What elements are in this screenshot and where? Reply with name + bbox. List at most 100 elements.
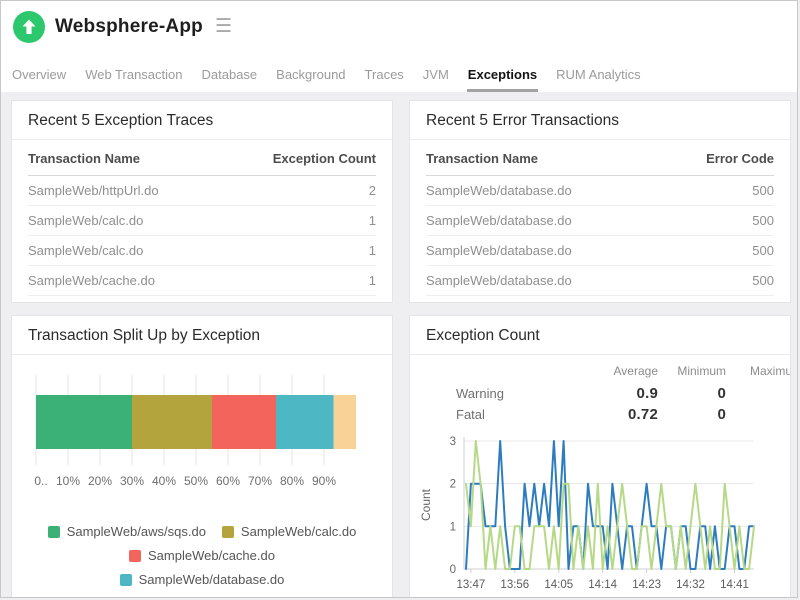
legend-swatch [120, 574, 132, 586]
stats-value: 0 [658, 383, 726, 404]
svg-text:40%: 40% [152, 474, 176, 488]
table-row[interactable]: SampleWeb/database.do500 [426, 176, 774, 206]
legend-swatch [129, 550, 141, 562]
legend-item[interactable]: SampleWeb/database.do [120, 572, 285, 587]
svg-text:20%: 20% [88, 474, 112, 488]
svg-text:90%: 90% [312, 474, 336, 488]
column-header: Transaction Name [426, 140, 663, 176]
table-row[interactable]: SampleWeb/database.do500 [426, 266, 774, 296]
svg-text:13:47: 13:47 [456, 579, 485, 591]
svg-text:0: 0 [450, 564, 456, 576]
tab-bar: Overview Web Transaction Database Backgroun… [1, 65, 797, 92]
legend-item[interactable]: SampleWeb/calc.do [222, 524, 356, 539]
panel-exception-count: Exception Count AverageMinimumMaximum War… [409, 315, 791, 598]
svg-text:14:14: 14:14 [588, 579, 617, 591]
tab-rum-analytics[interactable]: RUM Analytics [555, 65, 642, 92]
svg-text:14:05: 14:05 [544, 579, 573, 591]
stats-value: 0.9 [570, 383, 658, 404]
svg-text:2: 2 [450, 479, 456, 491]
bar-chart-legend: SampleWeb/aws/sqs.do SampleWeb/calc.do Sam… [12, 520, 392, 598]
error-transactions-table: Transaction NameError CodeSampleWeb/data… [426, 140, 774, 303]
stats-column-header: Average [570, 361, 658, 383]
legend-swatch [127, 598, 139, 599]
table-row[interactable]: SampleWeb/calc.do1 [28, 236, 376, 266]
transaction-name[interactable]: SampleWeb/database.do [426, 206, 663, 236]
tab-overview[interactable]: Overview [11, 65, 67, 92]
stats-column-header: Minimum [658, 361, 726, 383]
legend-label: SampleWeb/cache.do [148, 548, 275, 563]
tab-traces[interactable]: Traces [364, 65, 405, 92]
app-header: Websphere-App ☰ [1, 1, 797, 65]
app-title: Websphere-App [55, 16, 203, 38]
transaction-name[interactable]: SampleWeb/calc.do [28, 236, 232, 266]
column-header: Transaction Name [28, 140, 232, 176]
svg-text:1: 1 [450, 521, 456, 533]
value-cell: 1 [232, 206, 376, 236]
line-chart-svg: 0123Count13:4713:5614:0514:1414:2314:321… [418, 431, 770, 597]
legend-item[interactable]: SampleWeb/httpUrl.do [127, 596, 277, 598]
panel-recent-exception-traces: Recent 5 Exception Traces Transaction Na… [11, 100, 393, 303]
legend-swatch [222, 526, 234, 538]
panel-title: Exception Count [410, 316, 790, 355]
transaction-name[interactable]: SampleWeb/database.do [426, 176, 663, 206]
transaction-name[interactable]: SampleWeb/httpUrl.do [28, 176, 232, 206]
column-header: Error Code [663, 140, 774, 176]
legend-label: SampleWeb/calc.do [241, 524, 356, 539]
column-header: Exception Count [232, 140, 376, 176]
table-row[interactable]: SampleWeb/database.do500 [426, 296, 774, 304]
stats-row-label: Fatal [426, 405, 570, 424]
panel-title: Recent 5 Exception Traces [12, 101, 392, 140]
svg-text:30%: 30% [120, 474, 144, 488]
tab-exceptions[interactable]: Exceptions [467, 65, 538, 92]
transaction-name[interactable]: SampleWeb/database.do [28, 296, 232, 304]
svg-text:3: 3 [450, 436, 456, 448]
value-cell: 500 [663, 176, 774, 206]
table-row[interactable]: SampleWeb/database.do1 [28, 296, 376, 304]
exception-count-stats: AverageMinimumMaximumWarning0.903Fatal0.… [410, 355, 791, 429]
table-row[interactable]: SampleWeb/calc.do1 [28, 206, 376, 236]
stats-value: 3 [726, 383, 791, 404]
stacked-bar-svg: 0..10%20%30%40%50%60%70%80%90% [20, 369, 372, 497]
table-row[interactable]: SampleWeb/database.do500 [426, 236, 774, 266]
transaction-name[interactable]: SampleWeb/database.do [426, 266, 663, 296]
svg-text:10%: 10% [56, 474, 80, 488]
transaction-name[interactable]: SampleWeb/cache.do [28, 266, 232, 296]
legend-item[interactable]: SampleWeb/cache.do [129, 548, 275, 563]
value-cell: 2 [232, 176, 376, 206]
legend-item[interactable]: SampleWeb/aws/sqs.do [48, 524, 206, 539]
svg-text:14:41: 14:41 [720, 579, 749, 591]
hamburger-menu-icon[interactable]: ☰ [215, 17, 232, 38]
svg-text:14:32: 14:32 [676, 579, 705, 591]
app-window: Websphere-App ☰ Overview Web Transaction D… [0, 0, 798, 598]
table-row[interactable]: SampleWeb/cache.do1 [28, 266, 376, 296]
stats-column-header: Maximum [726, 361, 791, 383]
monitor-status-icon[interactable] [13, 11, 45, 43]
panel-recent-error-transactions: Recent 5 Error Transactions Transaction … [409, 100, 791, 303]
value-cell: 500 [663, 296, 774, 304]
value-cell: 500 [663, 266, 774, 296]
value-cell: 500 [663, 206, 774, 236]
tab-background[interactable]: Background [275, 65, 346, 92]
table-row[interactable]: SampleWeb/database.do500 [426, 206, 774, 236]
value-cell: 1 [232, 236, 376, 266]
svg-text:60%: 60% [216, 474, 240, 488]
dashboard-grid: Recent 5 Exception Traces Transaction Na… [1, 92, 797, 598]
legend-label: SampleWeb/aws/sqs.do [67, 524, 206, 539]
tab-web-transaction[interactable]: Web Transaction [84, 65, 183, 92]
value-cell: 1 [232, 296, 376, 304]
legend-swatch [48, 526, 60, 538]
table-row[interactable]: SampleWeb/httpUrl.do2 [28, 176, 376, 206]
tab-database[interactable]: Database [201, 65, 259, 92]
transaction-name[interactable]: SampleWeb/calc.do [28, 206, 232, 236]
legend-label: SampleWeb/database.do [139, 572, 285, 587]
stats-row-label: Warning [426, 384, 570, 403]
value-cell: 1 [232, 266, 376, 296]
tab-jvm[interactable]: JVM [422, 65, 450, 92]
svg-text:50%: 50% [184, 474, 208, 488]
exception-count-line-chart: 0123Count13:4713:5614:0514:1414:2314:321… [410, 429, 790, 598]
stats-value: 0 [658, 404, 726, 425]
svg-text:14:23: 14:23 [632, 579, 661, 591]
value-cell: 500 [663, 236, 774, 266]
transaction-name[interactable]: SampleWeb/database.do [426, 296, 663, 304]
transaction-name[interactable]: SampleWeb/database.do [426, 236, 663, 266]
